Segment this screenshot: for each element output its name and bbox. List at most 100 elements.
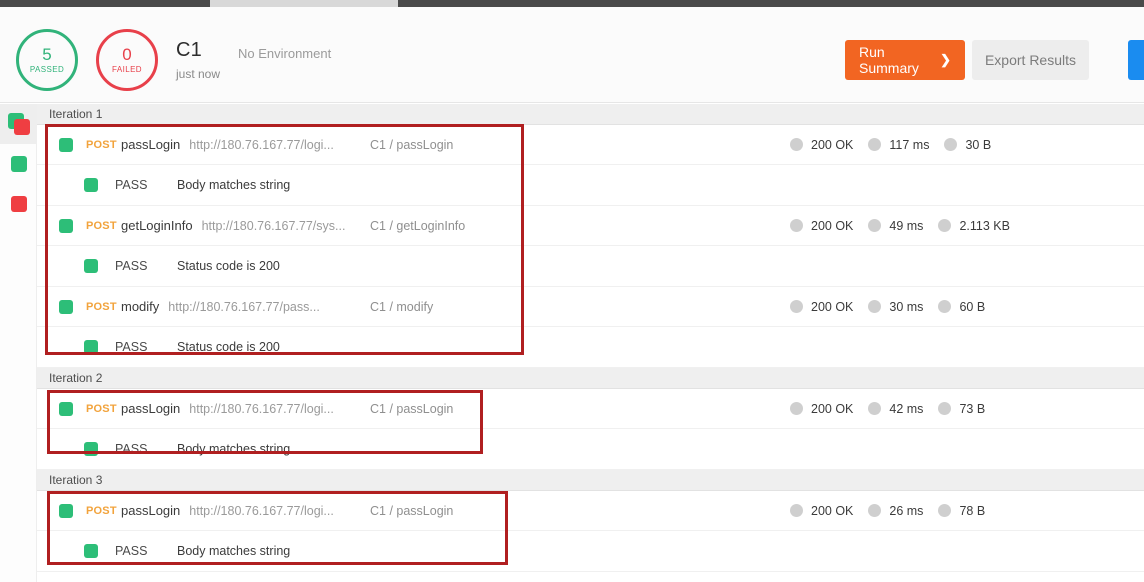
response-size-value: 2.113 KB	[959, 218, 1010, 233]
request-status-square-icon	[59, 218, 73, 233]
passed-filter-icon	[10, 156, 27, 172]
response-status-value: 200 OK	[811, 218, 854, 233]
request-path: C1 / passLogin	[370, 401, 454, 416]
request-path: C1 / modify	[370, 299, 434, 314]
response-status-value: 200 OK	[811, 299, 854, 314]
failed-count: 0	[122, 45, 132, 64]
test-assertion-text: Body matches string	[177, 442, 291, 456]
top-strip-segment	[210, 0, 398, 7]
response-status-bullet-icon	[790, 402, 803, 415]
run-header: 5 PASSED 0 FAILED C1 just now No Environ…	[0, 7, 1144, 103]
request-stats: 200 OK 30 ms 60 B	[790, 287, 985, 326]
response-time-bullet-icon	[868, 219, 882, 232]
request-name: modify	[121, 299, 160, 314]
response-status: 200 OK	[790, 402, 853, 416]
iteration-header: Iteration 1	[37, 104, 1144, 125]
request-row[interactable]: POST passLogin http://180.76.167.77/logi..…	[37, 491, 1144, 531]
test-status-square-icon	[84, 442, 98, 456]
test-result-label: PASS	[115, 178, 148, 192]
sidebar-item-filter-passed[interactable]	[0, 144, 37, 184]
export-results-button[interactable]: Export Results	[972, 40, 1089, 80]
run-summary-label: Run Summary	[859, 44, 919, 76]
request-url: http://180.76.167.77/sys...	[201, 218, 346, 233]
test-result-label: PASS	[115, 544, 148, 558]
sidebar-item-filter-all[interactable]	[0, 104, 37, 144]
response-status-value: 200 OK	[811, 503, 854, 518]
test-assertion-text: Status code is 200	[177, 340, 280, 354]
request-row[interactable]: POST getLoginInfo http://180.76.167.77/sys…	[37, 206, 1144, 246]
test-assertion-text: Body matches string	[177, 544, 291, 558]
response-status: 200 OK	[790, 504, 853, 518]
request-path: C1 / passLogin	[370, 137, 454, 152]
response-time: 30 ms	[868, 300, 923, 314]
test-result-label: PASS	[115, 259, 148, 273]
test-status-square-icon	[84, 259, 98, 273]
response-time: 42 ms	[868, 402, 923, 416]
response-size-bullet-icon	[938, 402, 952, 415]
sidebar-item-filter-failed[interactable]	[0, 184, 37, 224]
request-stats: 200 OK 26 ms 78 B	[790, 491, 985, 530]
response-status: 200 OK	[790, 219, 853, 233]
request-url: http://180.76.167.77/logi...	[189, 137, 334, 152]
collection-run-name: C1	[176, 39, 202, 61]
all-results-icon	[7, 113, 30, 135]
response-size-value: 78 B	[959, 503, 986, 518]
test-result-row: PASS Body matches string	[37, 165, 1144, 206]
request-name: passLogin	[121, 503, 181, 518]
response-size: 78 B	[938, 504, 985, 518]
request-url: http://180.76.167.77/logi...	[189, 503, 334, 518]
response-size-bullet-icon	[938, 504, 952, 517]
response-status-value: 200 OK	[811, 401, 854, 416]
request-stats: 200 OK 42 ms 73 B	[790, 389, 985, 428]
response-size-bullet-icon	[944, 138, 958, 151]
red-square-icon	[13, 119, 30, 135]
response-status-bullet-icon	[790, 300, 803, 313]
request-path: C1 / passLogin	[370, 503, 454, 518]
window-top-strip	[0, 0, 1144, 7]
response-time: 26 ms	[868, 504, 923, 518]
response-time-bullet-icon	[868, 138, 882, 151]
environment-name: No Environment	[238, 46, 332, 61]
request-name: passLogin	[121, 137, 181, 152]
request-url: http://180.76.167.77/logi...	[189, 401, 334, 416]
test-assertion-text: Body matches string	[177, 178, 291, 192]
export-results-label: Export Results	[984, 52, 1077, 68]
test-result-row: PASS Status code is 200	[37, 246, 1144, 287]
response-time: 117 ms	[868, 138, 929, 152]
chevron-right-icon: ❯	[940, 52, 951, 67]
request-path: C1 / getLoginInfo	[370, 218, 466, 233]
iteration-header: Iteration 3	[37, 470, 1144, 491]
failed-summary-donut: 0 FAILED	[96, 29, 158, 91]
response-time-value: 49 ms	[889, 218, 924, 233]
response-time-bullet-icon	[868, 402, 882, 415]
response-status-bullet-icon	[790, 504, 803, 517]
iteration-label: Iteration 3	[49, 473, 103, 487]
request-row[interactable]: POST passLogin http://180.76.167.77/logi..…	[37, 125, 1144, 165]
request-method: POST	[86, 402, 117, 415]
response-status: 200 OK	[790, 138, 853, 152]
iteration-header: Iteration 2	[37, 368, 1144, 389]
test-status-square-icon	[84, 340, 98, 354]
test-assertion-text: Status code is 200	[177, 259, 280, 273]
response-time-value: 30 ms	[889, 299, 924, 314]
request-stats: 200 OK 117 ms 30 B	[790, 125, 991, 164]
response-status-value: 200 OK	[811, 137, 854, 152]
test-result-label: PASS	[115, 340, 148, 354]
request-row[interactable]: POST passLogin http://180.76.167.77/logi..…	[37, 389, 1144, 429]
test-status-square-icon	[84, 178, 98, 192]
blue-action-button[interactable]	[1128, 40, 1144, 80]
run-summary-button[interactable]: Run Summary ❯	[845, 40, 965, 80]
run-timestamp: just now	[176, 67, 221, 81]
request-method: POST	[86, 504, 117, 517]
test-result-row: PASS Body matches string	[37, 429, 1144, 470]
request-status-square-icon	[59, 137, 73, 152]
passed-label: PASSED	[29, 65, 65, 74]
request-name: passLogin	[121, 401, 181, 416]
response-size-value: 73 B	[959, 401, 986, 416]
request-row[interactable]: POST modify http://180.76.167.77/pass... C1…	[37, 287, 1144, 327]
request-url: http://180.76.167.77/pass...	[168, 299, 320, 314]
test-result-row: PASS Status code is 200	[37, 327, 1144, 368]
request-method: POST	[86, 138, 117, 151]
response-time-value: 26 ms	[889, 503, 924, 518]
request-method: POST	[86, 219, 117, 232]
